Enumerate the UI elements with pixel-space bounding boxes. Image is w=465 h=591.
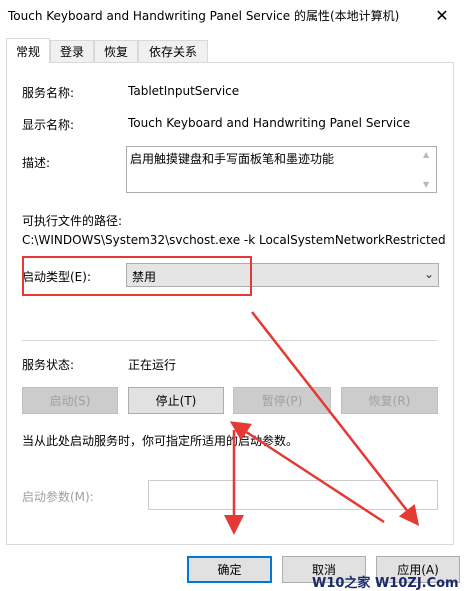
watermark-logo: W10之家 W10ZJ.Com [312, 576, 459, 591]
annotation-arrows [224, 311, 420, 535]
arrow-to-stop [229, 421, 385, 524]
tab-general[interactable]: 常规 [6, 38, 50, 63]
